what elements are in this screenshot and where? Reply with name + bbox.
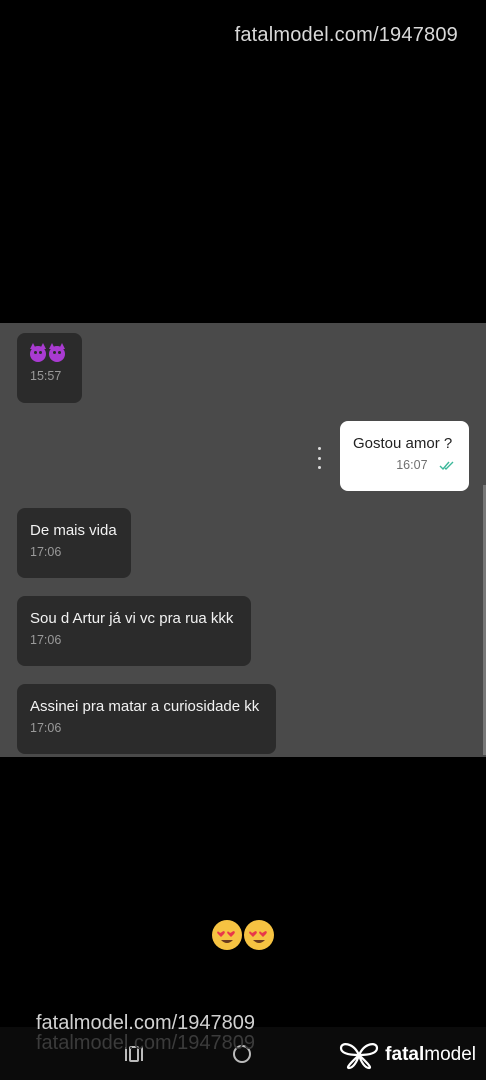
chat-area[interactable]: 15:57 Gostou amor ? 16:07 De mais vida 1… [0, 323, 486, 757]
message-bubble-incoming[interactable]: Assinei pra matar a curiosidade kk 17:06 [17, 684, 276, 754]
butterfly-logo-icon [340, 1043, 379, 1070]
brand-name: fatalmodel [385, 1044, 476, 1065]
message-time: 15:57 [30, 369, 62, 383]
message-time: 16:07 [396, 458, 428, 472]
heart-eyes-emoji-icon [212, 920, 242, 950]
double-check-icon [439, 461, 454, 470]
message-text: De mais vida [30, 522, 117, 539]
message-time: 17:06 [30, 721, 62, 735]
message-bubble-incoming[interactable]: 15:57 [17, 333, 82, 403]
caption-emojis [212, 920, 274, 950]
message-bubble-incoming[interactable]: De mais vida 17:06 [17, 508, 131, 578]
message-time: 17:06 [30, 633, 62, 647]
message-bubble-incoming[interactable]: Sou d Artur já vi vc pra rua kkk 17:06 [17, 596, 251, 666]
devil-emoji-icon [30, 343, 46, 362]
message-text: Sou d Artur já vi vc pra rua kkk [30, 610, 234, 627]
message-time: 17:06 [30, 545, 62, 559]
more-vertical-icon[interactable] [312, 447, 326, 469]
message-text: Gostou amor ? [353, 435, 453, 452]
heart-eyes-emoji-icon [244, 920, 274, 950]
message-text: Assinei pra matar a curiosidade kk [30, 698, 260, 715]
watermark-bottom: fatalmodel.com/1947809 [36, 1012, 256, 1034]
watermark-bottom-shadow: fatalmodel.com/1947809 [36, 1032, 256, 1054]
devil-emojis [30, 343, 69, 364]
devil-emoji-icon [49, 343, 65, 362]
message-bubble-outgoing[interactable]: Gostou amor ? 16:07 [340, 421, 469, 491]
watermark-top: fatalmodel.com/1947809 [234, 24, 458, 46]
brand-logo: fatalmodel [339, 1040, 476, 1070]
